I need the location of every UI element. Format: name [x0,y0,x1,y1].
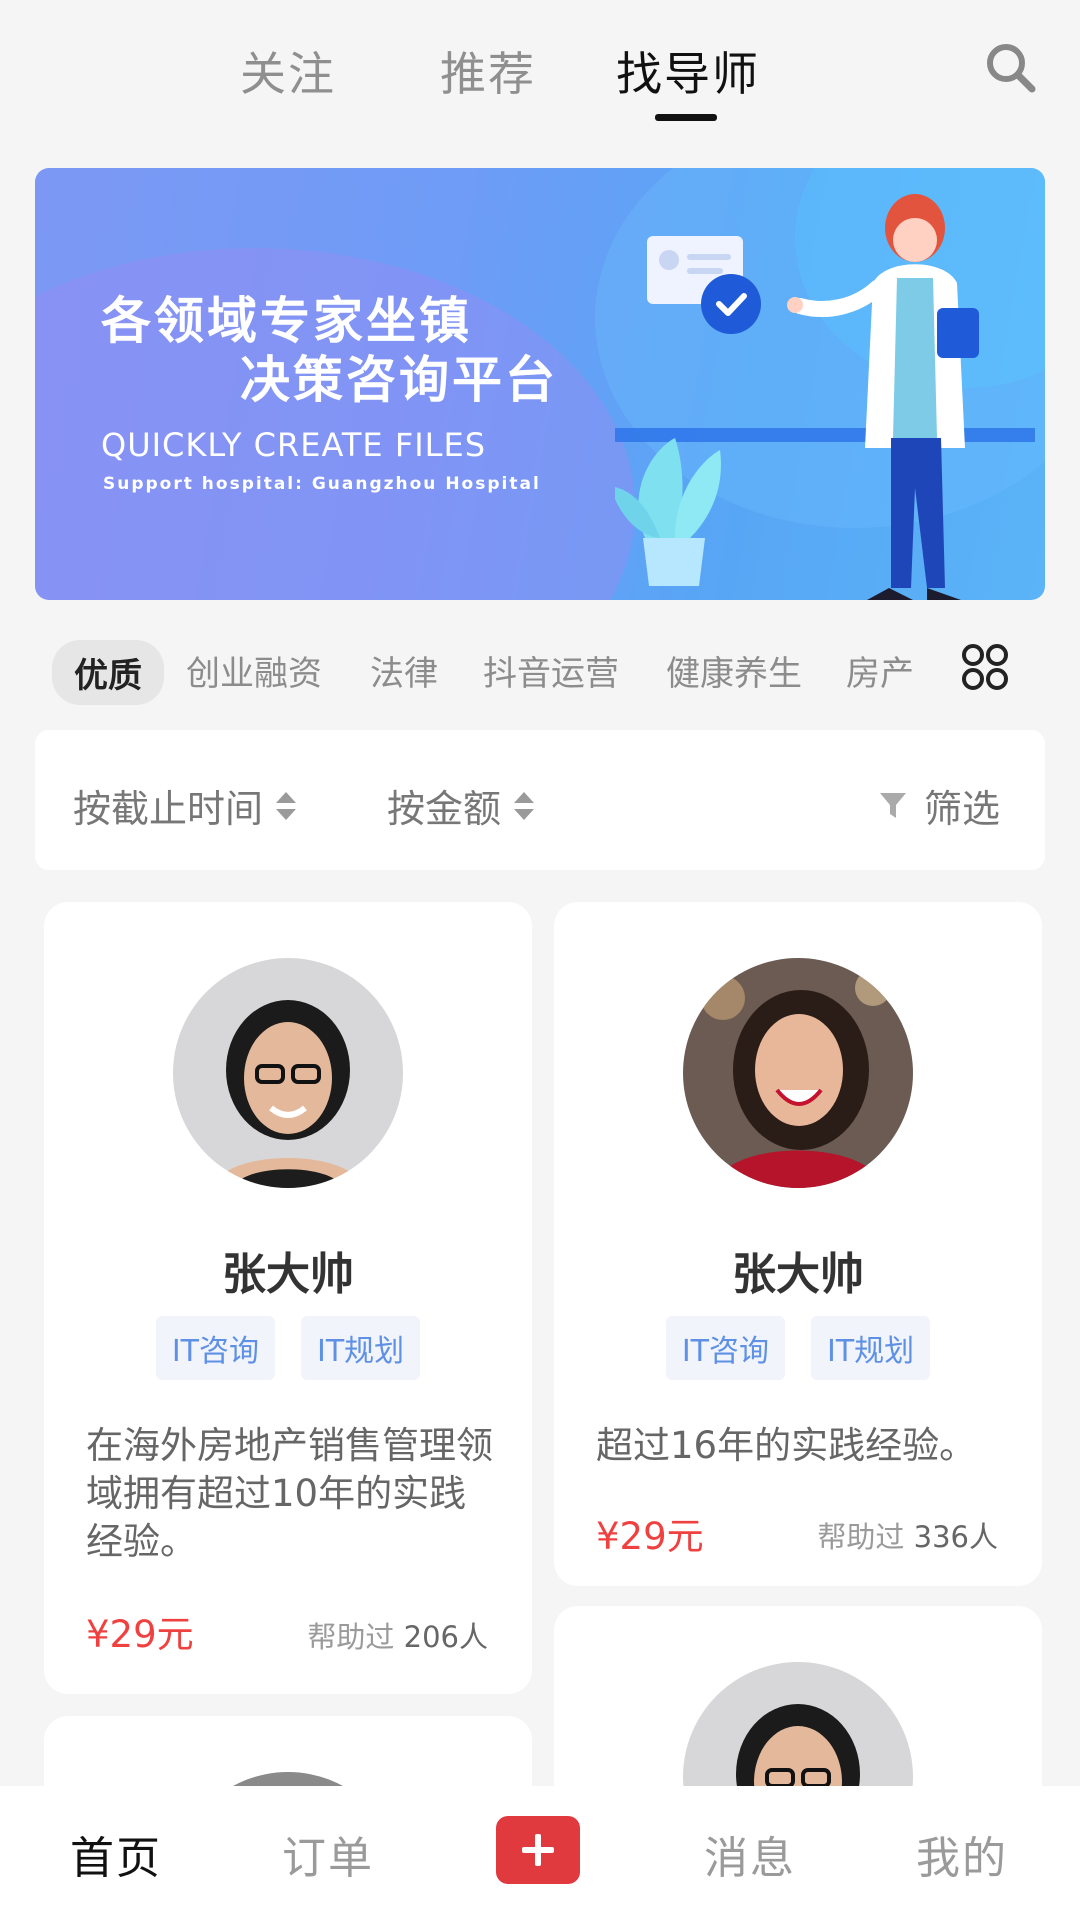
banner-title-line2: 决策咨询平台 [240,351,558,409]
tab-follow[interactable]: 关注 [240,38,336,104]
filter-label: 筛选 [924,787,1001,831]
category-tab[interactable]: 优质 [52,640,164,705]
grid-icon [962,644,1008,690]
category-tab[interactable]: 抖音运营 [483,646,619,695]
sort-by-deadline-label: 按截止时间 [73,787,264,831]
avatar [173,958,403,1188]
tag-list: IT咨询 IT规划 [44,1316,532,1380]
category-tab[interactable]: 房产 [846,646,914,695]
mentor-description: 在海外房地产销售管理领域拥有超过10年的实践经验。 [86,1424,493,1563]
tag[interactable]: IT规划 [811,1316,931,1380]
promo-banner[interactable]: 各领域专家坐镇 决策咨询平台 QUICKLY CREATE FILES Supp… [35,168,1045,600]
helped-count: 帮助过 336人 [817,1514,998,1556]
top-navigation: 关注 推荐 找导师 [0,0,1080,140]
funnel-icon [880,792,906,818]
tag[interactable]: IT咨询 [665,1316,785,1380]
nav-profile[interactable]: 我的 [916,1822,1008,1886]
mentor-name: 张大帅 [732,1249,864,1300]
mentor-description: 超过16年的实践经验。 [596,1424,977,1467]
sort-arrows-icon [514,791,535,820]
search-icon [987,44,1036,93]
filter-bar: 按截止时间 按金额 筛选 [35,730,1045,870]
tab-recommend[interactable]: 推荐 [440,38,536,104]
nav-orders[interactable]: 订单 [282,1822,374,1886]
sort-by-amount[interactable]: 按金额 [387,778,535,833]
helped-prefix: 帮助过 [307,1620,395,1654]
sort-by-amount-label: 按金额 [387,787,502,831]
tag-list: IT咨询 IT规划 [554,1316,1042,1380]
helped-prefix: 帮助过 [817,1520,905,1554]
filter-button[interactable]: 筛选 [878,778,1000,833]
price: ¥29元 [86,1613,194,1656]
tag[interactable]: IT咨询 [155,1316,275,1380]
sort-arrows-icon [276,791,297,820]
nav-home[interactable]: 首页 [70,1822,162,1886]
all-categories-button[interactable] [960,642,1010,692]
banner-support-text: Support hospital: Guangzhou Hospital [103,474,541,494]
tag[interactable]: IT规划 [301,1316,421,1380]
add-button[interactable] [496,1816,580,1884]
tab-find-mentor[interactable]: 找导师 [616,38,760,104]
category-tab[interactable]: 创业融资 [186,646,322,695]
banner-subtitle: QUICKLY CREATE FILES [101,426,487,464]
mentor-card[interactable]: 张大帅 IT咨询 IT规划 在海外房地产销售管理领域拥有超过10年的实践经验。 … [44,902,532,1694]
sort-by-deadline[interactable]: 按截止时间 [73,778,297,833]
search-button[interactable] [983,40,1039,96]
category-tab[interactable]: 健康养生 [666,646,802,695]
avatar [683,958,913,1188]
mentor-name: 张大帅 [222,1249,354,1300]
helped-number: 336人 [913,1520,998,1554]
plus-icon [522,1834,554,1866]
helped-count: 帮助过 206人 [307,1614,488,1656]
bottom-navigation: 首页 订单 消息 我的 [0,1786,1080,1920]
category-tab[interactable]: 法律 [370,646,438,695]
active-tab-indicator [655,114,717,121]
doctor-illustration [615,194,1035,600]
helped-number: 206人 [403,1620,488,1654]
category-tabs: 优质 创业融资 法律 抖音运营 健康养生 房产 [0,636,1080,705]
price: ¥29元 [596,1515,704,1558]
nav-messages[interactable]: 消息 [704,1822,796,1886]
mentor-card[interactable]: 张大帅 IT咨询 IT规划 超过16年的实践经验。 ¥29元 帮助过 336人 [554,902,1042,1586]
